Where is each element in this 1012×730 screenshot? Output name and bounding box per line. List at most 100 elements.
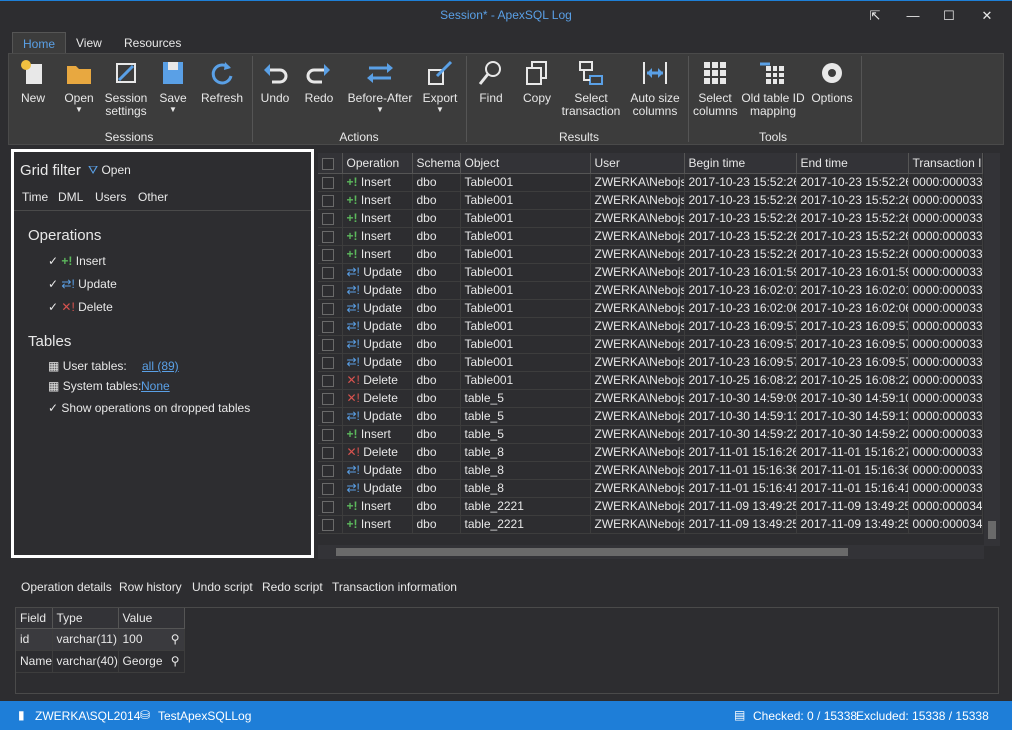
row-checkbox[interactable] — [318, 443, 343, 462]
old-table-id-mapping-button[interactable]: Old table ID mapping — [741, 58, 805, 118]
vertical-scrollbar[interactable] — [984, 153, 1000, 546]
table-row[interactable]: ⇄! Update dbo Table001 ZWERKA\Nebojsa 2017-1… — [318, 263, 983, 282]
insert-checkbox-row[interactable]: ✓ +! Insert — [48, 254, 106, 268]
table-row[interactable]: ⇄! Update dbo Table001 ZWERKA\Nebojsa 2017-1… — [318, 281, 983, 300]
tab-home[interactable]: Home — [12, 32, 67, 54]
system-tables-link[interactable]: None — [141, 379, 170, 393]
row-checkbox[interactable] — [318, 281, 343, 300]
filter-tab-users[interactable]: Users — [95, 190, 126, 204]
row-checkbox[interactable] — [318, 209, 343, 228]
find-button[interactable]: Find — [473, 58, 509, 105]
table-row[interactable]: +! Insert dbo Table001 ZWERKA\Nebojsa 2017-1… — [318, 173, 983, 192]
column-header[interactable]: User — [590, 153, 685, 174]
filter-tab-other[interactable]: Other — [138, 190, 168, 204]
column-header[interactable]: End time — [796, 153, 909, 174]
select-transaction-button[interactable]: Select transaction — [561, 58, 621, 118]
user-tables-link[interactable]: all (89) — [142, 359, 179, 373]
table-row[interactable]: +! Insert dbo table_5 ZWERKA\Nebojsa 2017-10… — [318, 425, 983, 444]
table-row[interactable]: +! Insert dbo Table001 ZWERKA\Nebojsa 2017-1… — [318, 227, 983, 246]
row-checkbox[interactable] — [318, 371, 343, 390]
table-row[interactable]: +! Insert dbo Table001 ZWERKA\Nebojsa 2017-1… — [318, 209, 983, 228]
search-icon[interactable]: ⚲ — [171, 654, 180, 668]
delete-checkbox-row[interactable]: ✓ ✕! Delete — [48, 300, 113, 314]
table-row[interactable]: ✕! Delete dbo Table001 ZWERKA\Nebojsa 2017-1… — [318, 371, 983, 390]
session-settings-button[interactable]: Session settings — [101, 58, 151, 118]
grid-cell: dbo — [412, 191, 461, 210]
minimize-button[interactable]: — — [902, 6, 924, 26]
open-button[interactable]: Open ▼ — [59, 58, 99, 115]
tab-row-history[interactable]: Row history — [119, 580, 182, 594]
grid-cell: 2017-11-01 15:16:36 — [796, 461, 909, 480]
tab-redo-script[interactable]: Redo script — [262, 580, 323, 594]
close-button[interactable]: ✕ — [976, 6, 998, 26]
column-header[interactable]: Object — [460, 153, 591, 174]
row-checkbox[interactable] — [318, 317, 343, 336]
save-button[interactable]: Save ▼ — [155, 58, 191, 115]
options-button[interactable]: Options — [809, 58, 855, 105]
table-row[interactable]: ✕! Delete dbo table_5 ZWERKA\Nebojsa 2017-10… — [318, 389, 983, 408]
redo-button[interactable]: Redo — [301, 58, 337, 105]
row-checkbox[interactable] — [318, 497, 343, 516]
tab-transaction-information[interactable]: Transaction information — [332, 580, 457, 594]
filter-tab-dml[interactable]: DML — [58, 190, 83, 204]
select-all-checkbox[interactable] — [318, 153, 343, 174]
undo-button[interactable]: Undo — [257, 58, 293, 105]
auto-size-columns-button[interactable]: Auto size columns — [625, 58, 685, 118]
horizontal-scrollbar[interactable] — [318, 545, 984, 559]
refresh-icon — [211, 62, 233, 85]
table-row[interactable]: +! Insert dbo Table001 ZWERKA\Nebojsa 2017-1… — [318, 191, 983, 210]
table-row[interactable]: ⇄! Update dbo Table001 ZWERKA\Nebojsa 2017-1… — [318, 335, 983, 354]
filter-tab-time[interactable]: Time — [22, 190, 48, 204]
table-row[interactable]: ⇄! Update dbo table_8 ZWERKA\Nebojsa 2017-11… — [318, 479, 983, 498]
maximize-button[interactable]: ☐ — [938, 6, 960, 26]
dropped-tables-checkbox[interactable]: ✓ Show operations on dropped tables — [48, 401, 250, 415]
filter-open-button[interactable]: ⛛ Open — [88, 163, 131, 178]
tab-operation-details[interactable]: Operation details — [21, 580, 112, 594]
row-checkbox[interactable] — [318, 425, 343, 444]
restore-layout-icon[interactable]: ⇱ — [864, 6, 886, 26]
table-row[interactable]: ⇄! Update dbo Table001 ZWERKA\Nebojsa 2017-1… — [318, 317, 983, 336]
table-row[interactable]: +! Insert dbo table_2221 ZWERKA\Nebojsa 2017… — [318, 497, 983, 516]
row-checkbox[interactable] — [318, 173, 343, 192]
search-icon[interactable]: ⚲ — [171, 632, 180, 646]
tab-resources[interactable]: Resources — [114, 32, 191, 54]
tab-undo-script[interactable]: Undo script — [192, 580, 253, 594]
export-button[interactable]: Export ▼ — [419, 58, 461, 115]
row-checkbox[interactable] — [318, 479, 343, 498]
scrollbar-thumb[interactable] — [336, 548, 848, 556]
table-row[interactable]: ✕! Delete dbo table_8 ZWERKA\Nebojsa 2017-11… — [318, 443, 983, 462]
table-row[interactable]: ⇄! Update dbo table_5 ZWERKA\Nebojsa 2017-10… — [318, 407, 983, 426]
row-checkbox[interactable] — [318, 245, 343, 264]
session-settings-icon — [116, 63, 136, 83]
scrollbar-thumb[interactable] — [988, 521, 996, 539]
row-checkbox[interactable] — [318, 227, 343, 246]
insert-icon: +! — [346, 499, 361, 513]
table-row[interactable]: ⇄! Update dbo table_8 ZWERKA\Nebojsa 2017-11… — [318, 461, 983, 480]
column-header[interactable]: Operation — [342, 153, 413, 174]
table-row[interactable]: +! Insert dbo Table001 ZWERKA\Nebojsa 2017-1… — [318, 245, 983, 264]
update-checkbox-row[interactable]: ✓ ⇄! Update — [48, 277, 117, 291]
table-row[interactable]: ⇄! Update dbo Table001 ZWERKA\Nebojsa 2017-1… — [318, 353, 983, 372]
grid-cell: 0000:000033F — [908, 479, 983, 498]
refresh-button[interactable]: Refresh — [199, 58, 245, 105]
copy-button[interactable]: Copy — [517, 58, 557, 105]
row-checkbox[interactable] — [318, 191, 343, 210]
row-checkbox[interactable] — [318, 335, 343, 354]
column-header[interactable]: Transaction ID — [908, 153, 983, 174]
row-checkbox[interactable] — [318, 353, 343, 372]
row-checkbox[interactable] — [318, 407, 343, 426]
tab-view[interactable]: View — [66, 32, 112, 54]
table-row[interactable]: +! Insert dbo table_2221 ZWERKA\Nebojsa 2017… — [318, 515, 983, 534]
column-header[interactable]: Schema — [412, 153, 461, 174]
row-checkbox[interactable] — [318, 515, 343, 534]
column-header[interactable]: Begin time — [684, 153, 797, 174]
row-checkbox[interactable] — [318, 263, 343, 282]
before-after-button[interactable]: Before-After ▼ — [345, 58, 415, 115]
row-checkbox[interactable] — [318, 389, 343, 408]
new-button[interactable]: New — [15, 58, 51, 105]
row-checkbox[interactable] — [318, 461, 343, 480]
row-checkbox[interactable] — [318, 299, 343, 318]
grid-cell: Table001 — [460, 263, 591, 282]
table-row[interactable]: ⇄! Update dbo Table001 ZWERKA\Nebojsa 2017-1… — [318, 299, 983, 318]
select-columns-button[interactable]: Select columns — [693, 58, 738, 118]
